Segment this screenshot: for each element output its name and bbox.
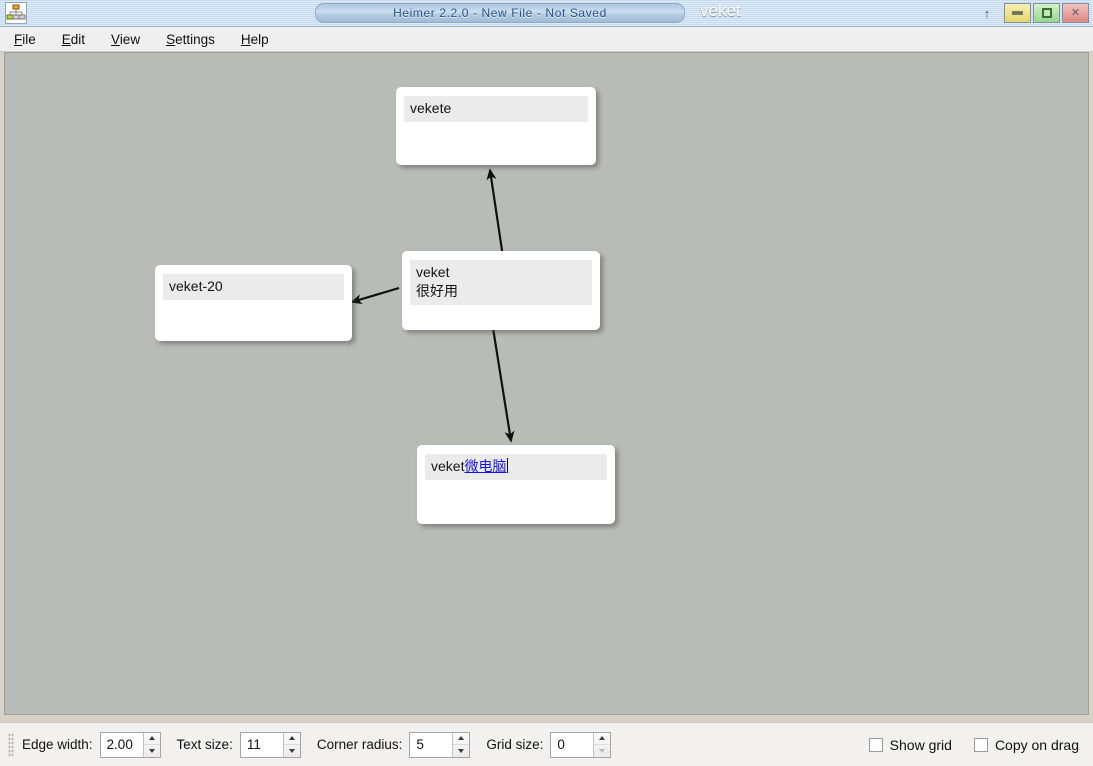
close-icon: ✕ <box>1070 6 1081 19</box>
menu-edit[interactable]: Edit <box>62 32 85 47</box>
grid-size-value[interactable]: 0 <box>551 733 593 757</box>
edge-width-decrement-button[interactable] <box>144 745 160 757</box>
text-size-value[interactable]: 11 <box>241 733 283 757</box>
corner-radius-value[interactable]: 5 <box>410 733 452 757</box>
window-title: Heimer 2.2.0 - New File - Not Saved <box>393 6 607 20</box>
corner-radius-label: Corner radius: <box>316 737 403 752</box>
toolbar-drag-handle[interactable] <box>8 732 14 757</box>
copy-on-drag-label: Copy on drag <box>994 736 1079 753</box>
edge-width-group: Edge width: 2.00 <box>22 731 161 758</box>
node-veket-20-text[interactable]: veket-20 <box>163 274 344 300</box>
pin-window-icon[interactable]: ↑ <box>979 5 995 21</box>
secondary-window-title: veket <box>700 1 741 20</box>
edge-width-label: Edge width: <box>22 737 93 752</box>
chevron-up-icon <box>458 736 465 741</box>
corner-radius-increment-button[interactable] <box>453 733 470 745</box>
close-button[interactable]: ✕ <box>1062 3 1089 23</box>
node-vekete-text[interactable]: vekete <box>404 96 588 122</box>
edge-width-increment-button[interactable] <box>143 733 160 745</box>
edge-center-to-vekete[interactable] <box>486 168 505 258</box>
window-controls: ✕ <box>1004 3 1089 23</box>
mindmap-canvas[interactable]: vekete veket-20 veket 很好用 veket微电脑 <box>4 52 1089 715</box>
show-grid-checkbox[interactable] <box>868 737 883 752</box>
show-grid-group[interactable]: Show grid <box>868 736 952 753</box>
mindmap-icon <box>5 2 27 24</box>
node-veket-editing-text[interactable]: veket微电脑 <box>425 454 607 480</box>
corner-radius-steppers <box>452 732 470 757</box>
menu-file-label: ile <box>22 31 36 47</box>
edge-center-to-editing[interactable] <box>491 327 515 443</box>
maximize-button[interactable] <box>1033 3 1060 23</box>
menu-bar: File Edit View Settings Help <box>0 27 1093 52</box>
text-size-increment-button[interactable] <box>283 733 300 745</box>
chevron-up-icon <box>148 736 155 741</box>
text-caret <box>507 458 509 473</box>
menu-edit-mnemonic: E <box>61 31 71 47</box>
minimize-button[interactable] <box>1004 3 1031 23</box>
menu-help-label: elp <box>250 31 269 47</box>
copy-on-drag-checkbox[interactable] <box>973 737 988 752</box>
grid-size-label: Grid size: <box>486 737 544 752</box>
edge-center-to-veket-20[interactable] <box>350 286 400 305</box>
menu-settings-label: ettings <box>175 31 215 47</box>
window-title-plate: Heimer 2.2.0 - New File - Not Saved <box>315 3 685 23</box>
edge-width-value[interactable]: 2.00 <box>101 733 143 757</box>
corner-radius-group: Corner radius: 5 <box>316 731 471 758</box>
minimize-icon <box>1012 11 1023 15</box>
title-bar: Heimer 2.2.0 - New File - Not Saved veke… <box>0 0 1093 27</box>
text-size-group: Text size: 11 <box>176 731 301 758</box>
node-veket-20[interactable]: veket-20 <box>155 265 352 341</box>
corner-radius-spinbox[interactable]: 5 <box>409 731 471 758</box>
chevron-up-icon <box>288 736 295 741</box>
node-veket-center[interactable]: veket 很好用 <box>402 251 600 330</box>
chevron-down-icon <box>148 748 155 753</box>
menu-view-label: iew <box>119 31 141 47</box>
chevron-down-icon <box>288 748 295 753</box>
text-size-label: Text size: <box>176 737 233 752</box>
chevron-up-icon <box>599 736 606 741</box>
grid-size-decrement-button[interactable] <box>594 745 610 757</box>
node-editing-committed-text: veket <box>431 458 465 474</box>
corner-radius-decrement-button[interactable] <box>453 745 469 757</box>
node-veket-center-text[interactable]: veket 很好用 <box>410 260 592 305</box>
chevron-down-icon <box>599 748 606 753</box>
node-veket-editing[interactable]: veket微电脑 <box>417 445 615 524</box>
menu-file-mnemonic: F <box>14 31 23 47</box>
node-vekete[interactable]: vekete <box>396 87 596 165</box>
menu-settings[interactable]: Settings <box>166 32 215 47</box>
grid-size-spinbox[interactable]: 0 <box>550 731 612 758</box>
text-size-decrement-button[interactable] <box>284 745 300 757</box>
menu-help[interactable]: Help <box>241 32 269 47</box>
edge-width-spinbox[interactable]: 2.00 <box>99 731 161 758</box>
menu-settings-mnemonic: S <box>166 31 176 47</box>
menu-file[interactable]: File <box>14 32 36 47</box>
show-grid-label: Show grid <box>889 736 952 753</box>
text-size-steppers <box>282 732 300 757</box>
node-editing-preedit-text: 微电脑 <box>464 458 507 474</box>
chevron-down-icon <box>458 748 465 753</box>
copy-on-drag-group[interactable]: Copy on drag <box>973 736 1079 753</box>
menu-view-mnemonic: V <box>111 31 120 47</box>
text-size-spinbox[interactable]: 11 <box>239 731 301 758</box>
bottom-toolbar: Edge width: 2.00 Text size: 11 Corner ra… <box>0 722 1093 766</box>
maximize-icon <box>1041 8 1052 18</box>
menu-view[interactable]: View <box>111 32 140 47</box>
grid-size-increment-button[interactable] <box>594 733 611 745</box>
grid-size-group: Grid size: 0 <box>486 731 612 758</box>
menu-edit-label: dit <box>70 31 86 47</box>
grid-size-steppers <box>593 732 611 757</box>
menu-help-mnemonic: H <box>240 31 251 47</box>
edge-width-steppers <box>142 732 160 757</box>
